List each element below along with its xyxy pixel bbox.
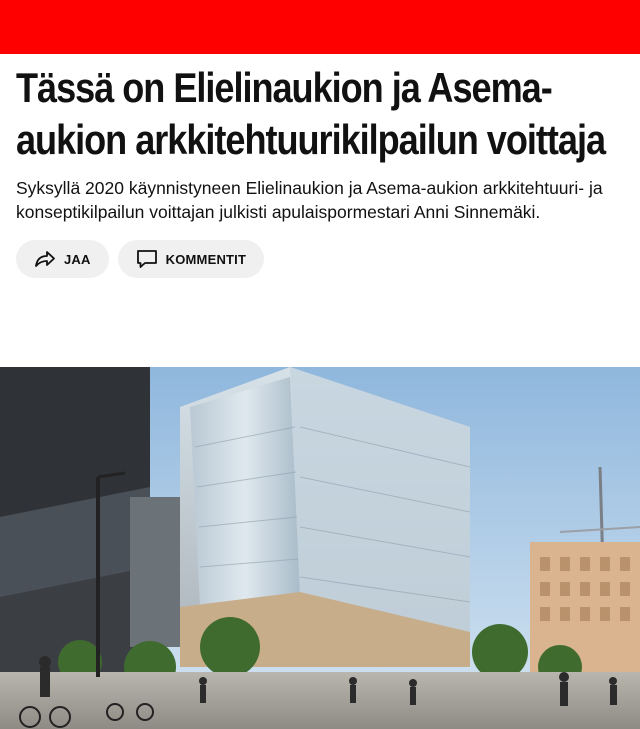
- article-lead: Syksyllä 2020 käynnistyneen Elielinaukio…: [16, 178, 603, 222]
- comment-bubble-icon: [136, 249, 158, 269]
- share-button[interactable]: JAA: [16, 240, 109, 278]
- comments-button-label: KOMMENTIT: [165, 251, 247, 267]
- share-arrow-icon: [34, 250, 56, 268]
- comments-button[interactable]: KOMMENTIT: [117, 240, 265, 278]
- article-header: Tässä on Elielinaukion ja Asema-aukion a…: [0, 54, 640, 278]
- article-actions: JAA KOMMENTIT: [16, 240, 624, 278]
- top-brand-bar: [0, 0, 640, 54]
- share-button-label: JAA: [64, 251, 91, 267]
- hero-image: [0, 367, 640, 729]
- architecture-render-image: [0, 367, 640, 729]
- article-title: Tässä on Elielinaukion ja Asema-aukion a…: [16, 64, 606, 163]
